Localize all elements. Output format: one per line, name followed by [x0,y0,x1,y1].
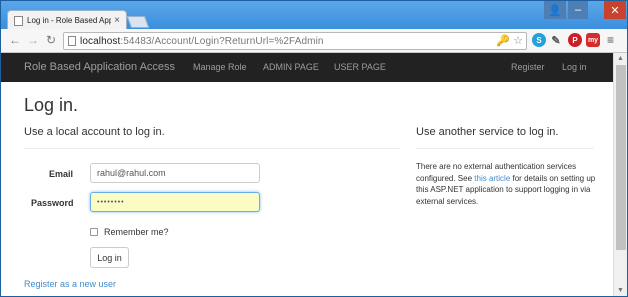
scroll-up-arrow-icon[interactable]: ▲ [617,55,624,62]
url-text: localhost:54483/Account/Login?ReturnUrl=… [80,36,324,47]
browser-window: Log in - Role Based Applic × 👤 – ✕ ← → ↻… [0,0,628,297]
remember-me-checkbox[interactable] [90,228,98,236]
nav-link-register[interactable]: Register [511,62,545,72]
url-path: :54483/Account/Login?ReturnUrl=%2FAdmin [120,35,324,47]
nav-link-login[interactable]: Log in [562,62,587,72]
page-viewport: Role Based Application Access Manage Rol… [1,53,627,296]
minimize-button[interactable]: – [568,1,588,19]
remember-me-row: Remember me? [90,227,169,237]
nav-link-user-page[interactable]: USER PAGE [334,62,386,72]
browser-toolbar: ← → ↻ localhost:54483/Account/Login?Retu… [1,29,627,53]
skype-extension-icon[interactable]: S [532,33,546,47]
tab-close-icon[interactable]: × [114,15,120,26]
navbar-brand[interactable]: Role Based Application Access [24,61,175,73]
new-tab-button[interactable] [126,16,150,28]
email-label: Email [49,169,74,179]
key-icon[interactable]: 🔑 [496,34,510,47]
local-account-heading: Use a local account to log in. [24,126,165,138]
scroll-down-arrow-icon[interactable]: ▼ [617,287,624,294]
site-navbar: Role Based Application Access Manage Rol… [1,53,613,82]
nav-link-admin-page[interactable]: ADMIN PAGE [263,62,319,72]
nav-link-manage-role[interactable]: Manage Role [193,62,247,72]
tab-title: Log in - Role Based Applic [27,16,112,25]
vertical-scrollbar[interactable]: ▲ ▼ [613,53,627,296]
external-services-message: There are no external authentication ser… [416,161,601,207]
eyedropper-extension-icon[interactable]: ✎ [549,33,563,47]
forward-arrow-icon[interactable]: → [25,32,41,48]
divider [24,148,400,149]
login-button[interactable]: Log in [90,247,129,268]
email-field[interactable]: rahul@rahul.com [90,163,260,183]
article-link[interactable]: this article [474,174,510,183]
user-profile-icon[interactable]: 👤 [544,1,566,19]
browser-tab[interactable]: Log in - Role Based Applic × [7,10,127,30]
close-window-button[interactable]: ✕ [604,1,626,19]
menu-icon[interactable]: ≡ [607,33,614,47]
password-field[interactable]: •••••••• [90,192,260,212]
reload-icon[interactable]: ↻ [43,32,59,48]
scrollbar-thumb[interactable] [616,65,626,250]
page-icon [68,36,76,46]
my-extension-icon[interactable]: my [586,33,600,47]
back-arrow-icon[interactable]: ← [7,32,23,48]
external-service-heading: Use another service to log in. [416,126,559,138]
register-link[interactable]: Register as a new user [24,279,116,289]
pinterest-extension-icon[interactable]: P [568,33,582,47]
title-bar: Log in - Role Based Applic × 👤 – ✕ [1,1,627,30]
bookmark-star-icon[interactable]: ☆ [513,34,523,47]
password-label: Password [31,198,74,208]
remember-me-label[interactable]: Remember me? [104,227,169,237]
divider [416,148,594,149]
address-bar[interactable]: localhost:54483/Account/Login?ReturnUrl=… [63,32,527,50]
url-host: localhost [80,35,121,47]
page-favicon-icon [14,15,23,26]
page-title: Log in. [24,95,79,115]
